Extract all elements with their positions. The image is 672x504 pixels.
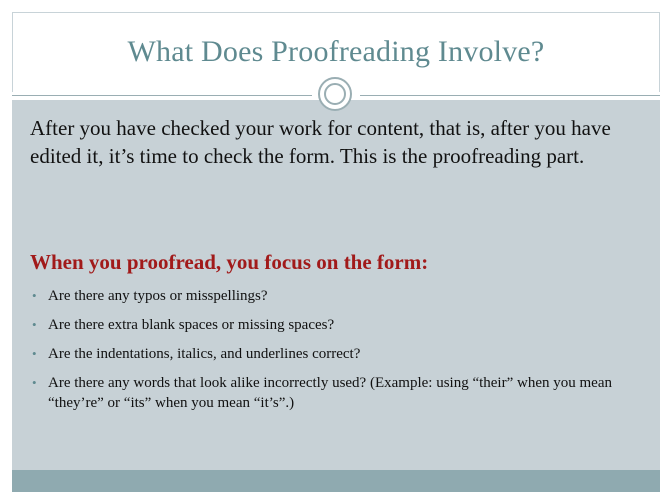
- bullet-icon: •: [32, 375, 37, 390]
- list-item: • Are there extra blank spaces or missin…: [30, 315, 640, 335]
- bullet-icon: •: [32, 346, 37, 361]
- slide: What Does Proofreading Involve? After yo…: [0, 0, 672, 504]
- list-item: • Are there any words that look alike in…: [30, 373, 640, 413]
- list-item-text: Are there any words that look alike inco…: [48, 375, 612, 411]
- subheading: When you proofread, you focus on the for…: [30, 250, 429, 274]
- bullet-list: • Are there any typos or misspellings? •…: [30, 286, 640, 422]
- bullet-icon: •: [32, 288, 37, 303]
- circle-ornament-icon: [318, 77, 352, 111]
- intro-paragraph: After you have checked your work for con…: [30, 116, 611, 168]
- list-item-text: Are there any typos or misspellings?: [48, 288, 268, 304]
- divider-left: [12, 95, 312, 96]
- bullet-icon: •: [32, 317, 37, 332]
- slide-title: What Does Proofreading Involve?: [127, 35, 545, 68]
- list-item: • Are the indentations, italics, and und…: [30, 344, 640, 364]
- list-item-text: Are there extra blank spaces or missing …: [48, 317, 335, 333]
- divider-right: [360, 95, 660, 96]
- circle-ornament-inner: [324, 83, 346, 105]
- list-item-text: Are the indentations, italics, and under…: [48, 346, 361, 362]
- slide-content-panel: After you have checked your work for con…: [12, 100, 660, 470]
- footer-bar: [12, 470, 660, 492]
- list-item: • Are there any typos or misspellings?: [30, 286, 640, 306]
